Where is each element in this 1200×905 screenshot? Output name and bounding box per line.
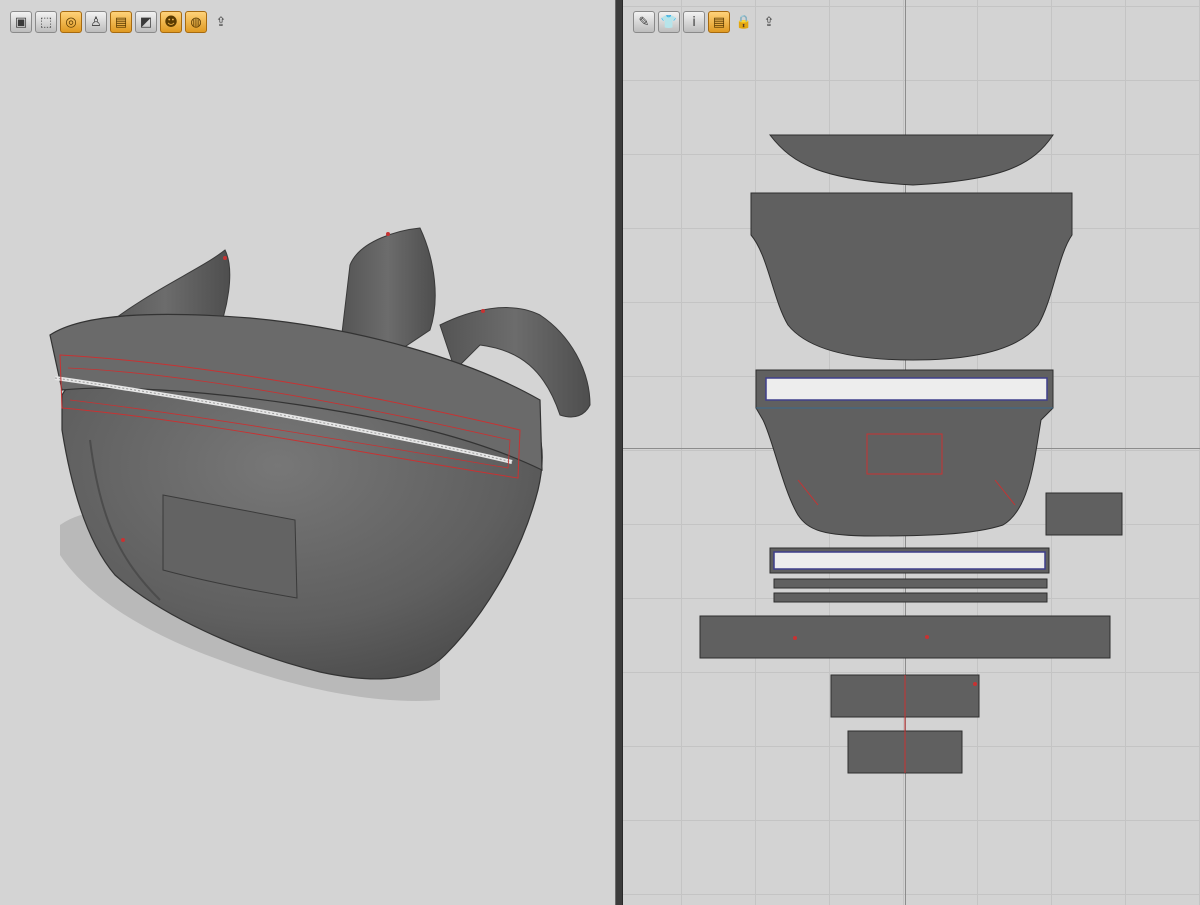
viewport-2d-pattern[interactable]: ✎ 👕 i ▤ 🔒 ⇪ bbox=[623, 0, 1200, 905]
zip-opening-strip bbox=[773, 551, 1046, 570]
shirt-icon[interactable]: 👕 bbox=[658, 11, 680, 33]
zip-opening-front bbox=[765, 377, 1048, 401]
export-icon[interactable]: ⇪ bbox=[210, 11, 232, 33]
pattern-pieces[interactable] bbox=[623, 0, 1200, 905]
lock-icon[interactable]: 🔒 bbox=[733, 11, 755, 33]
body-icon[interactable]: ☻ bbox=[160, 11, 182, 33]
pattern-piece-back bbox=[750, 192, 1073, 361]
pattern-piece-binding-1 bbox=[773, 578, 1048, 589]
bag-3d-render[interactable] bbox=[0, 0, 615, 905]
pattern-icon[interactable]: ◩ bbox=[135, 11, 157, 33]
viewport-splitter[interactable] bbox=[615, 0, 623, 905]
fabric-icon[interactable]: ◍ bbox=[185, 11, 207, 33]
pattern-piece-small bbox=[1045, 492, 1123, 536]
export-icon[interactable]: ⇪ bbox=[758, 11, 780, 33]
pattern-piece-lid bbox=[768, 134, 1054, 186]
cube-wire-icon[interactable]: ⬚ bbox=[35, 11, 57, 33]
pattern-piece-binding-2 bbox=[773, 592, 1048, 603]
strap-top bbox=[339, 227, 436, 352]
toolbar-3d: ▣ ⬚ ◎ ♙ ▤ ◩ ☻ ◍ ⇪ bbox=[10, 11, 232, 33]
info-icon[interactable]: i bbox=[683, 11, 705, 33]
garment-icon[interactable]: ▤ bbox=[110, 11, 132, 33]
cube-shaded-icon[interactable]: ▣ bbox=[10, 11, 32, 33]
toolbar-2d: ✎ 👕 i ▤ 🔒 ⇪ bbox=[633, 11, 780, 33]
pen-icon[interactable]: ✎ bbox=[633, 11, 655, 33]
pattern-piece-gusset bbox=[699, 615, 1111, 659]
texture-icon[interactable]: ◎ bbox=[60, 11, 82, 33]
avatar-icon[interactable]: ♙ bbox=[85, 11, 107, 33]
viewport-3d[interactable]: ▣ ⬚ ◎ ♙ ▤ ◩ ☻ ◍ ⇪ bbox=[0, 0, 615, 905]
pattern-select-icon[interactable]: ▤ bbox=[708, 11, 730, 33]
